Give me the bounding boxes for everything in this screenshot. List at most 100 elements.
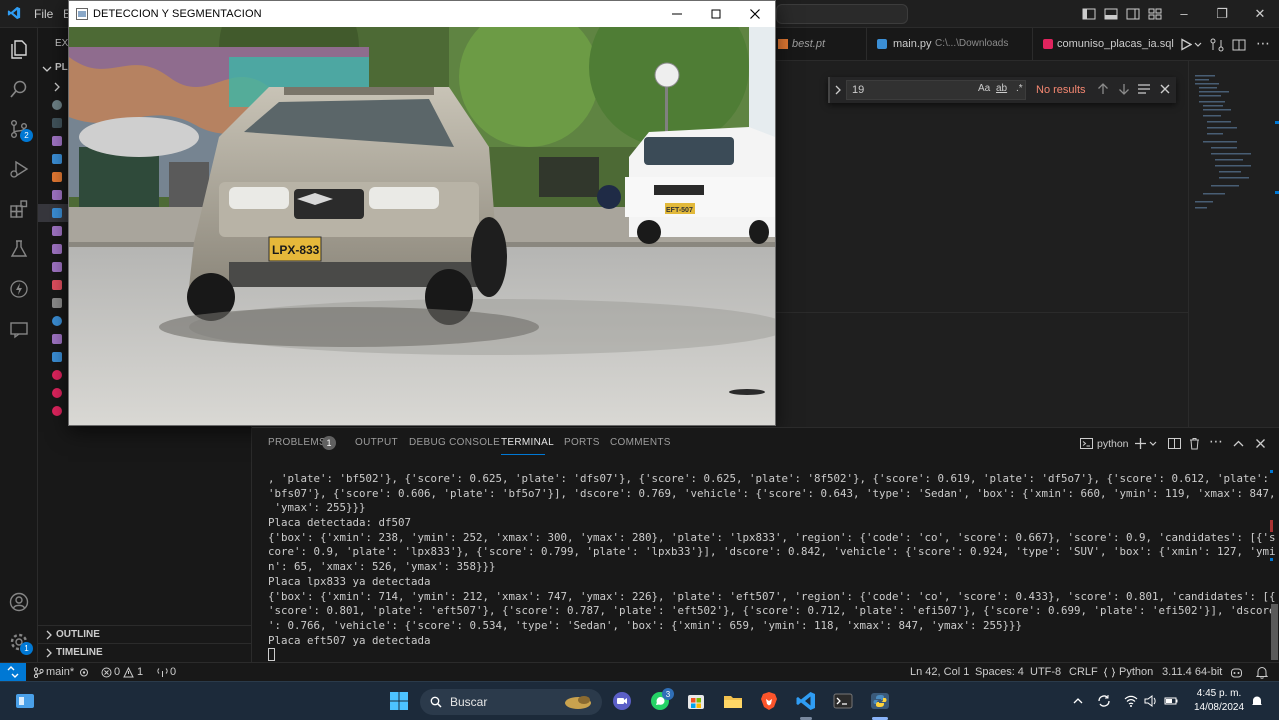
terminal-output[interactable]: , 'plate': 'bf502'}, {'score': 0.625, 'p…	[268, 472, 1276, 663]
window-maximize-icon[interactable]	[708, 6, 724, 22]
tab-main-py[interactable]: main.py C:\...\Downloads	[866, 28, 1032, 61]
terminal-line: , 'plate': 'bf502'}, {'score': 0.625, 'p…	[268, 472, 1270, 485]
more-actions-icon[interactable]: ⋯	[1209, 433, 1223, 450]
toggle-secondary-sidebar-icon[interactable]	[1126, 7, 1140, 21]
terminal-app-icon[interactable]	[832, 690, 854, 712]
run-debug-icon[interactable]	[8, 158, 30, 180]
use-regex-button[interactable]: .*	[1016, 83, 1023, 94]
more-actions-icon[interactable]: ⋯	[1256, 35, 1270, 52]
git-branch[interactable]: main*	[46, 666, 74, 678]
timeline-section[interactable]: TIMELINE	[38, 643, 252, 661]
split-terminal-icon[interactable]	[1168, 437, 1181, 450]
taskbar-clock[interactable]: 4:45 p. m. 14/08/2024	[1189, 687, 1249, 715]
arrow-up-icon[interactable]	[1096, 82, 1110, 96]
tab-ports[interactable]: PORTS	[564, 437, 600, 448]
start-windows-icon[interactable]	[388, 690, 410, 712]
accounts-icon[interactable]	[8, 591, 30, 613]
taskbar-search-box[interactable]: Buscar	[420, 689, 602, 715]
python-app-icon[interactable]	[869, 690, 891, 712]
toggle-panel-icon[interactable]	[1104, 7, 1118, 21]
terminal-scrollbar[interactable]	[1268, 470, 1278, 660]
find-in-selection-icon[interactable]	[1137, 82, 1151, 96]
outline-section[interactable]: OUTLINE	[38, 625, 252, 643]
match-case-button[interactable]: Aa	[978, 83, 990, 94]
cursor-position[interactable]: Ln 42, Col 1	[910, 666, 969, 678]
chevron-down-icon[interactable]	[1149, 437, 1157, 450]
detection-window-titlebar[interactable]: DETECCION Y SEGMENTACION	[69, 1, 775, 27]
toggle-primary-sidebar-icon[interactable]	[1082, 7, 1096, 21]
search-icon[interactable]	[8, 78, 30, 100]
screen: File E – ❐ ✕ 2 1 EXP PLA OUTLINE TIMELIN…	[0, 0, 1279, 720]
terminal-line: Placa eft507 ya detectada	[268, 633, 431, 647]
chevron-down-icon[interactable]	[42, 64, 52, 74]
file-encoding[interactable]: UTF-8	[1030, 666, 1061, 678]
notification-icon[interactable]	[1250, 694, 1264, 708]
indentation[interactable]: Spaces: 4	[975, 666, 1024, 678]
arrow-down-icon[interactable]	[1117, 82, 1131, 96]
tab-comments[interactable]: COMMENTS	[610, 437, 671, 448]
chevron-right-icon[interactable]	[834, 85, 842, 95]
widgets-icon[interactable]	[14, 691, 36, 711]
compare-changes-icon[interactable]	[1210, 38, 1224, 52]
remote-explorer-icon[interactable]	[8, 318, 30, 340]
editor-divider	[776, 312, 1188, 313]
python-interpreter[interactable]: 3.11.4 64-bit	[1162, 666, 1222, 678]
minimap[interactable]	[1188, 61, 1279, 427]
branch-icon	[33, 667, 44, 678]
match-whole-word-button[interactable]: ab	[996, 83, 1007, 94]
minimize-button[interactable]: –	[1176, 6, 1192, 22]
tab-sql[interactable]: comuniso_placas_ia.sql	[1032, 28, 1174, 61]
vscode-taskbar-icon[interactable]	[795, 690, 817, 712]
new-terminal-plus-icon[interactable]	[1134, 437, 1147, 450]
sync-icon[interactable]	[78, 667, 90, 678]
chevron-down-icon[interactable]	[1194, 42, 1202, 48]
maximize-panel-icon[interactable]	[1232, 437, 1245, 450]
run-file-icon[interactable]	[1180, 38, 1192, 51]
microsoft-store-icon[interactable]	[685, 690, 707, 712]
tab-best-pt[interactable]: best.pt	[776, 28, 866, 61]
split-editor-icon[interactable]	[1232, 38, 1246, 52]
close-button[interactable]: ✕	[1252, 6, 1268, 22]
extensions-icon[interactable]	[8, 198, 30, 220]
restore-button[interactable]: ❐	[1214, 6, 1230, 22]
tab-output[interactable]: OUTPUT	[355, 437, 398, 448]
tab-terminal[interactable]: TERMINAL	[501, 437, 554, 448]
copilot-icon[interactable]	[1230, 666, 1243, 679]
whatsapp-badge: 3	[662, 688, 674, 700]
error-count[interactable]: 0	[114, 666, 120, 678]
lightning-icon[interactable]	[8, 278, 30, 300]
line-endings[interactable]: CRLF	[1069, 666, 1098, 678]
language-mode[interactable]: Python	[1119, 666, 1153, 678]
menu-file[interactable]: File	[34, 7, 53, 21]
tab-problems[interactable]: PROBLEMS	[268, 437, 326, 448]
remote-indicator[interactable]	[0, 663, 26, 682]
window-minimize-icon[interactable]	[669, 6, 685, 22]
meet-chat-icon[interactable]	[611, 690, 633, 712]
command-center[interactable]	[776, 4, 908, 24]
window-close-icon[interactable]	[747, 6, 763, 22]
warning-count[interactable]: 1	[137, 666, 143, 678]
close-icon[interactable]	[1158, 82, 1172, 96]
customize-layout-icon[interactable]	[1148, 7, 1162, 21]
tab-label: main.py	[893, 38, 932, 50]
tab-debug-console[interactable]: DEBUG CONSOLE	[409, 437, 500, 448]
sync-status-icon[interactable]	[1097, 694, 1111, 708]
forwarded-ports-count[interactable]: 0	[170, 666, 176, 678]
trash-icon[interactable]	[1188, 437, 1201, 450]
notifications-bell-icon[interactable]	[1256, 666, 1268, 679]
code-editor[interactable]	[776, 61, 1188, 427]
minimap-code-preview	[1195, 75, 1279, 209]
wifi-icon[interactable]	[1124, 694, 1138, 708]
file-explorer-icon[interactable]	[722, 690, 744, 712]
explorer-icon[interactable]	[8, 38, 30, 60]
battery-icon[interactable]	[1164, 694, 1178, 708]
terminal-prompt[interactable]	[268, 648, 1208, 663]
volume-icon[interactable]	[1144, 694, 1158, 708]
vscode-logo-icon[interactable]	[7, 6, 21, 20]
close-panel-icon[interactable]	[1254, 437, 1267, 450]
chevron-up-icon[interactable]	[1071, 694, 1085, 708]
testing-flask-icon[interactable]	[8, 238, 30, 260]
terminal-shell-name[interactable]: python	[1097, 438, 1129, 450]
scm-badge: 2	[20, 129, 33, 142]
brave-browser-icon[interactable]	[758, 690, 780, 712]
